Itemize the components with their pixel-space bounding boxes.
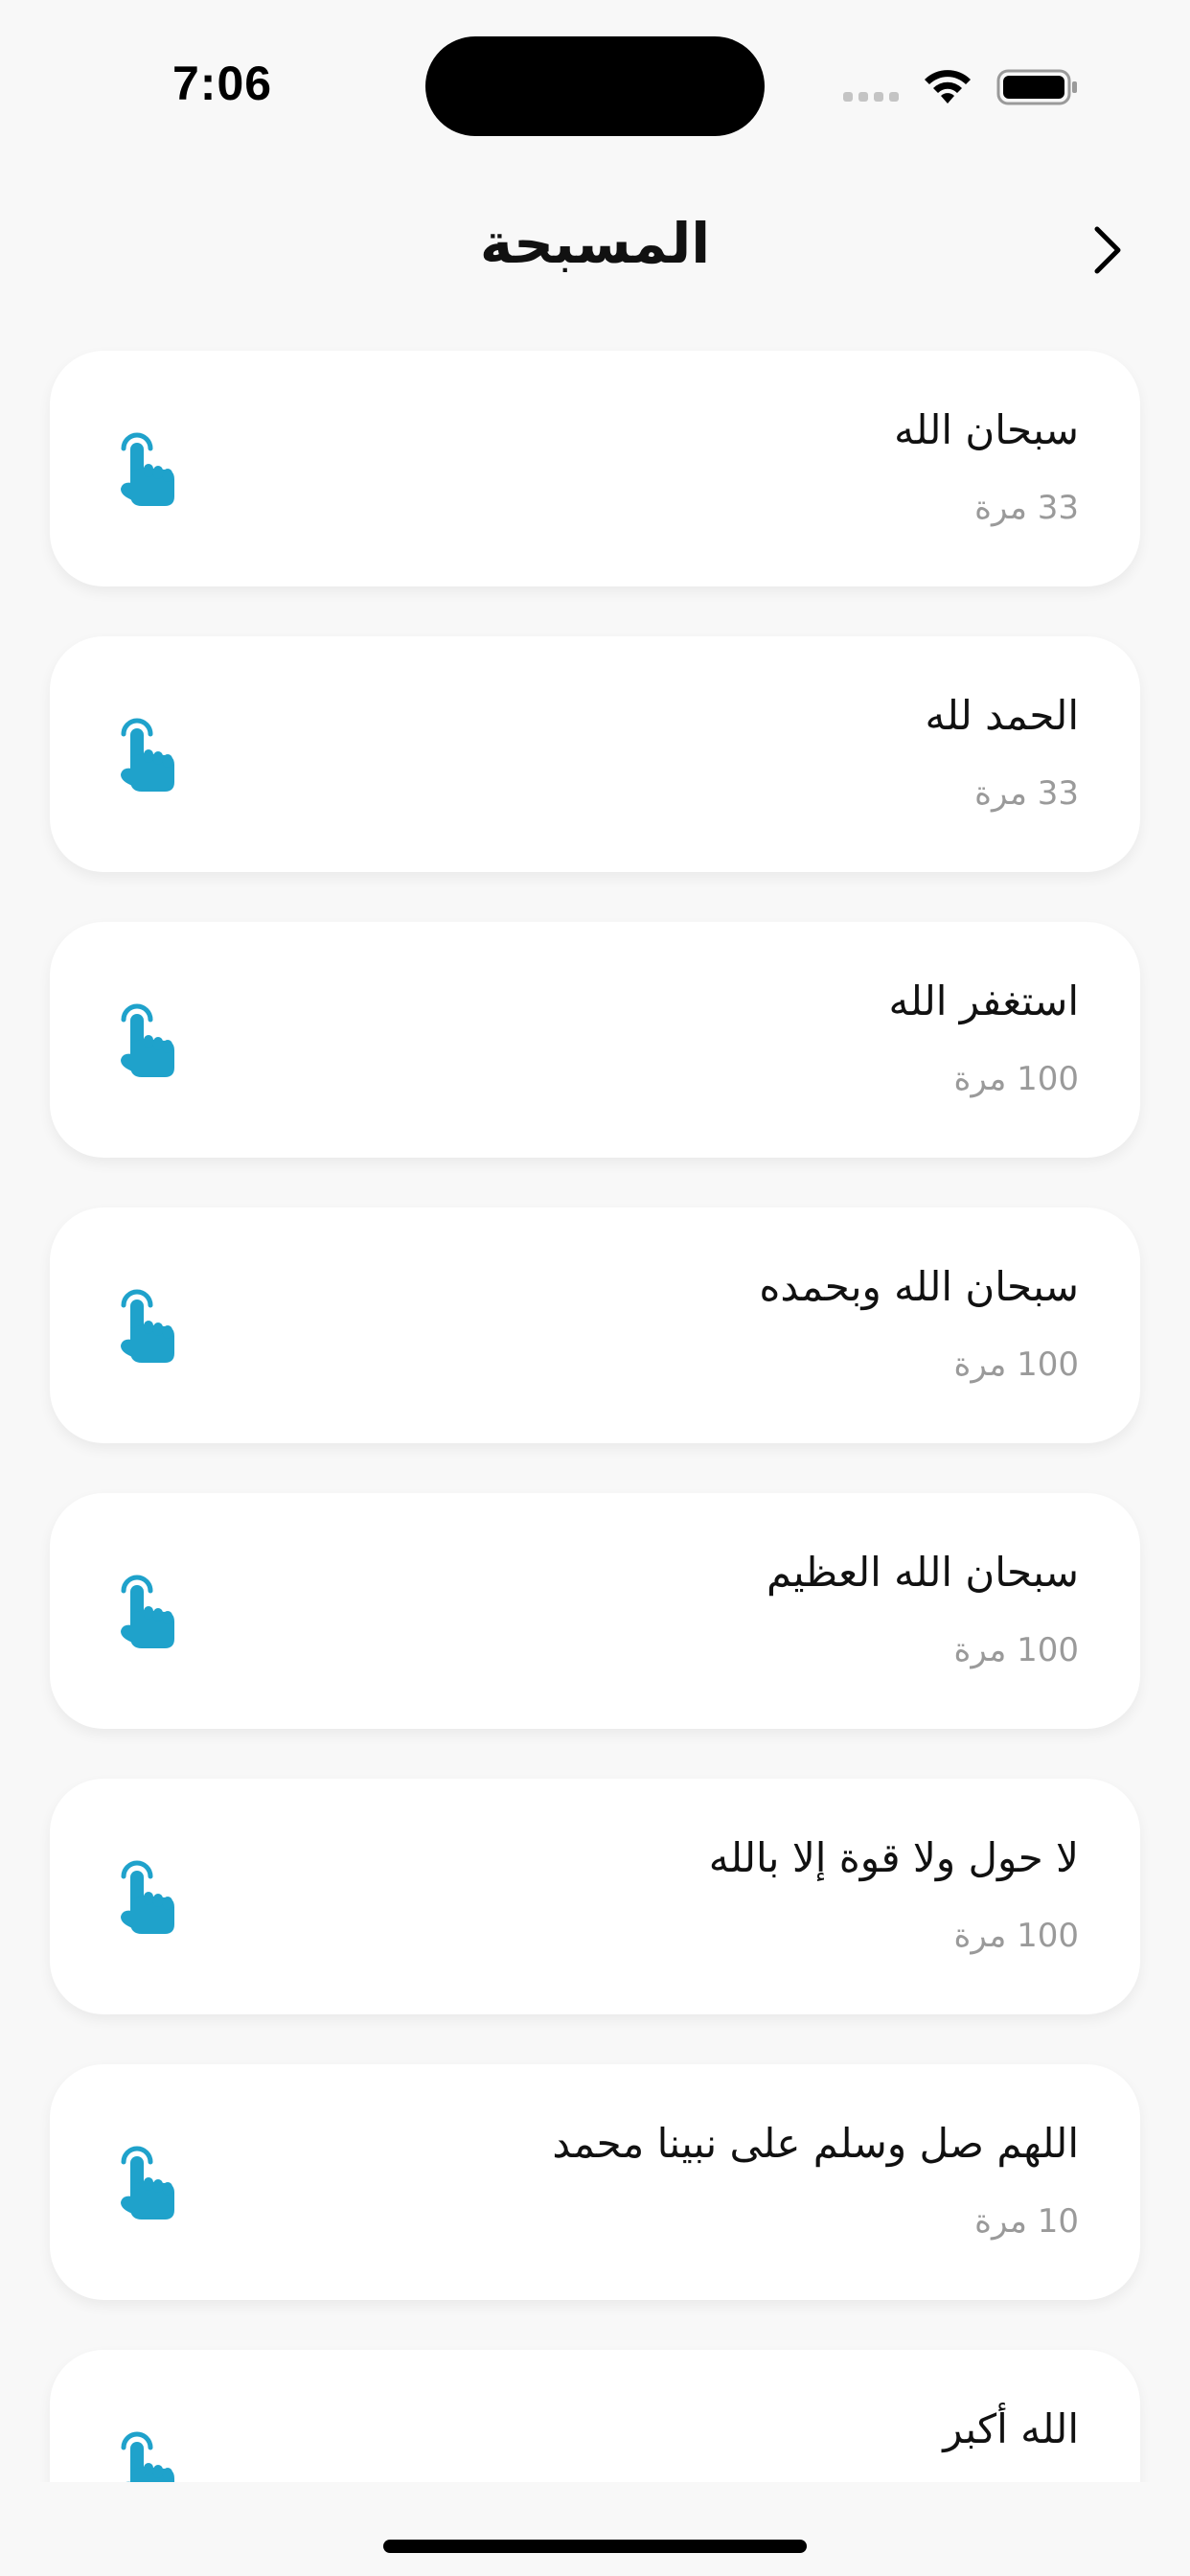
tap-finger-icon (121, 432, 174, 506)
dhikr-count: 33 مرة (974, 489, 1079, 527)
tap-button[interactable] (115, 426, 182, 512)
dhikr-card[interactable]: الحمد لله 33 مرة (50, 636, 1140, 872)
status-bar: 7:06 (0, 0, 1190, 153)
dhikr-text: الله أكبر (943, 2405, 1079, 2452)
tap-finger-icon (121, 2146, 174, 2220)
tap-button[interactable] (115, 1853, 182, 1940)
tap-button[interactable] (115, 2139, 182, 2225)
battery-icon (996, 69, 1077, 105)
wifi-icon (925, 70, 971, 104)
dhikr-text: اللهم صل وسلم على نبينا محمد (552, 2120, 1079, 2167)
dhikr-card[interactable]: سبحان الله وبحمده 100 مرة (50, 1208, 1140, 1443)
dhikr-card[interactable]: الله أكبر (50, 2350, 1140, 2482)
dhikr-text: سبحان الله وبحمده (759, 1263, 1079, 1310)
dhikr-text: لا حول ولا قوة إلا بالله (708, 1834, 1079, 1881)
tap-button[interactable] (115, 1282, 182, 1368)
tap-button[interactable] (115, 1568, 182, 1654)
dhikr-list[interactable]: سبحان الله 33 مرة الحمد لله 33 مرة استغفر ال… (0, 345, 1190, 2482)
dhikr-text: سبحان الله العظيم (766, 1549, 1079, 1596)
tap-button[interactable] (115, 997, 182, 1083)
dhikr-card[interactable]: سبحان الله العظيم 100 مرة (50, 1493, 1140, 1729)
dhikr-count: 100 مرة (953, 1346, 1080, 1384)
dhikr-text: استغفر الله (888, 978, 1079, 1024)
tap-button[interactable] (115, 2425, 182, 2482)
dhikr-count: 100 مرة (953, 1917, 1080, 1955)
tap-finger-icon (121, 1003, 174, 1077)
home-indicator[interactable] (383, 2540, 807, 2553)
dhikr-card[interactable]: استغفر الله 100 مرة (50, 922, 1140, 1158)
tap-finger-icon (121, 1575, 174, 1648)
tap-finger-icon (121, 1289, 174, 1363)
cellular-signal-icon (843, 92, 899, 102)
page-title: المسبحة (479, 211, 711, 276)
nav-header: المسبحة (0, 201, 1190, 297)
tap-button[interactable] (115, 711, 182, 797)
dhikr-text: سبحان الله (894, 406, 1079, 453)
back-button[interactable] (1073, 217, 1140, 284)
dhikr-count: 10 مرة (974, 2202, 1079, 2241)
tap-finger-icon (121, 718, 174, 792)
dhikr-count: 100 مرة (953, 1631, 1080, 1669)
dynamic-island (425, 36, 765, 136)
status-time: 7:06 (172, 57, 273, 110)
dhikr-card[interactable]: اللهم صل وسلم على نبينا محمد 10 مرة (50, 2064, 1140, 2300)
dhikr-count: 100 مرة (953, 1060, 1080, 1098)
dhikr-count: 33 مرة (974, 774, 1079, 813)
tap-finger-icon (121, 2431, 174, 2482)
dhikr-card[interactable]: سبحان الله 33 مرة (50, 351, 1140, 586)
dhikr-card[interactable]: لا حول ولا قوة إلا بالله 100 مرة (50, 1779, 1140, 2014)
chevron-right-icon (1094, 226, 1121, 274)
tap-finger-icon (121, 1860, 174, 1934)
dhikr-text: الحمد لله (925, 692, 1079, 739)
